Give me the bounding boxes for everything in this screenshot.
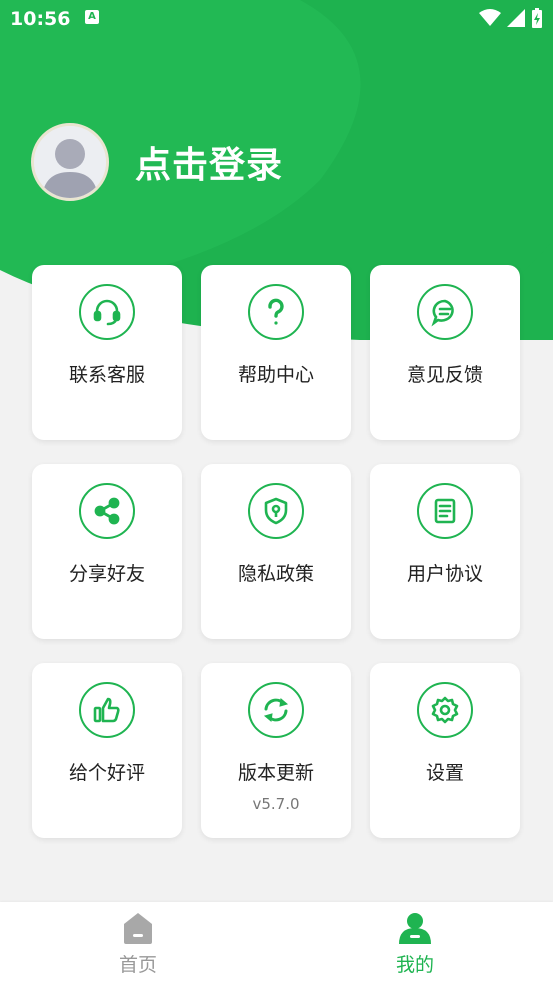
tab-mine[interactable]: 我的 <box>375 912 455 977</box>
refresh-icon <box>248 682 304 738</box>
thumbs-up-icon <box>79 682 135 738</box>
card-label: 联系客服 <box>68 364 145 386</box>
card-label: 给个好评 <box>68 762 145 784</box>
status-bar: 10:56 A <box>0 0 553 40</box>
headset-icon <box>79 284 135 340</box>
tab-mine-label: 我的 <box>395 954 434 976</box>
share-card[interactable]: 分享好友 <box>32 464 182 639</box>
tab-home[interactable]: 首页 <box>98 912 178 977</box>
document-icon <box>417 483 473 539</box>
card-label: 隐私政策 <box>237 563 314 585</box>
rate-app-card[interactable]: 给个好评 <box>32 663 182 838</box>
card-label: 意见反馈 <box>406 364 483 386</box>
card-label: 用户协议 <box>406 563 483 585</box>
user-agreement-card[interactable]: 用户协议 <box>370 464 520 639</box>
avatar[interactable] <box>31 123 109 201</box>
login-button[interactable]: 点击登录 <box>135 136 283 188</box>
shield-icon <box>248 483 304 539</box>
feedback-card[interactable]: 意见反馈 <box>370 265 520 440</box>
menu-grid: 联系客服 帮助中心 意见反馈 分享好友 隐私政策 用户协议 给个好评 版本更新 … <box>32 265 520 838</box>
version-update-card[interactable]: 版本更新 v5.7.0 <box>201 663 351 838</box>
version-number: v5.7.0 <box>252 795 300 813</box>
card-label: 版本更新 <box>237 762 314 784</box>
gear-icon <box>417 682 473 738</box>
card-label: 设置 <box>425 762 464 784</box>
notification-app-icon: A <box>85 10 99 24</box>
share-icon <box>79 483 135 539</box>
wifi-icon <box>479 9 501 26</box>
privacy-policy-card[interactable]: 隐私政策 <box>201 464 351 639</box>
status-time: 10:56 <box>10 8 71 30</box>
login-area[interactable]: 点击登录 <box>31 123 283 201</box>
contact-service-card[interactable]: 联系客服 <box>32 265 182 440</box>
chat-icon <box>417 284 473 340</box>
card-label: 分享好友 <box>68 563 145 585</box>
signal-icon <box>507 9 525 27</box>
tab-home-label: 首页 <box>118 954 157 976</box>
help-center-card[interactable]: 帮助中心 <box>201 265 351 440</box>
card-label: 帮助中心 <box>237 364 314 386</box>
bottom-tab-bar: 首页 我的 <box>0 902 553 984</box>
home-icon <box>124 913 152 944</box>
battery-icon <box>532 8 542 28</box>
question-icon <box>248 284 304 340</box>
settings-card[interactable]: 设置 <box>370 663 520 838</box>
user-icon <box>399 913 431 944</box>
